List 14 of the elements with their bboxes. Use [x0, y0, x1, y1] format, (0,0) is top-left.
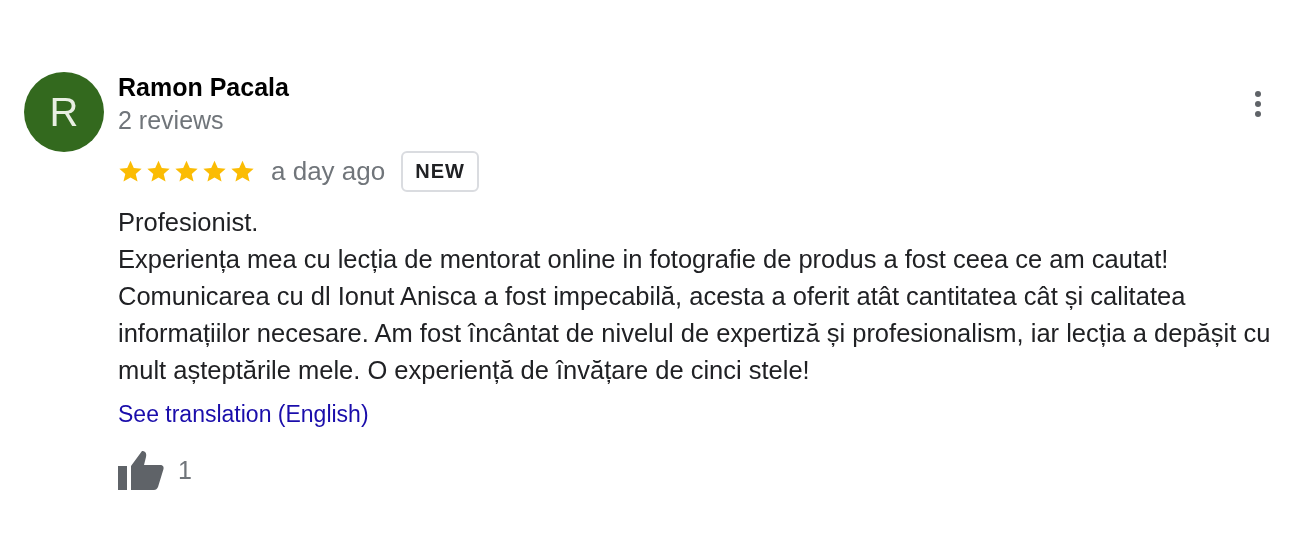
review-count: 2 reviews	[118, 105, 224, 136]
new-badge: NEW	[401, 150, 479, 192]
star-icon	[118, 158, 143, 184]
star-icon	[230, 158, 255, 184]
review-time: a day ago	[271, 155, 386, 187]
reviewer-name[interactable]: Ramon Pacala	[118, 72, 289, 102]
see-translation-link[interactable]: See translation (English)	[118, 401, 369, 428]
avatar[interactable]: R	[24, 72, 104, 152]
thumbs-up-icon[interactable]	[118, 450, 164, 490]
review-text: Profesionist. Experiența mea cu lecția de mentorat online in fotografie de produs a fost ceea ce am cautat! Comunicarea cu dl Ionut Anisca a fost impecabilă, acesta a oferit atât cantitatea cât și calitatea informațiilor necesare. Am fost încântat de nivelul de expertiză și profesionalism, iar lecția a depășit cu mult așteptările mele. O experiență de învățare de cinci stele!	[118, 207, 1272, 386]
star-icon	[202, 158, 227, 184]
star-icon	[146, 158, 171, 184]
like-count: 1	[178, 455, 192, 485]
star-icon	[174, 158, 199, 184]
